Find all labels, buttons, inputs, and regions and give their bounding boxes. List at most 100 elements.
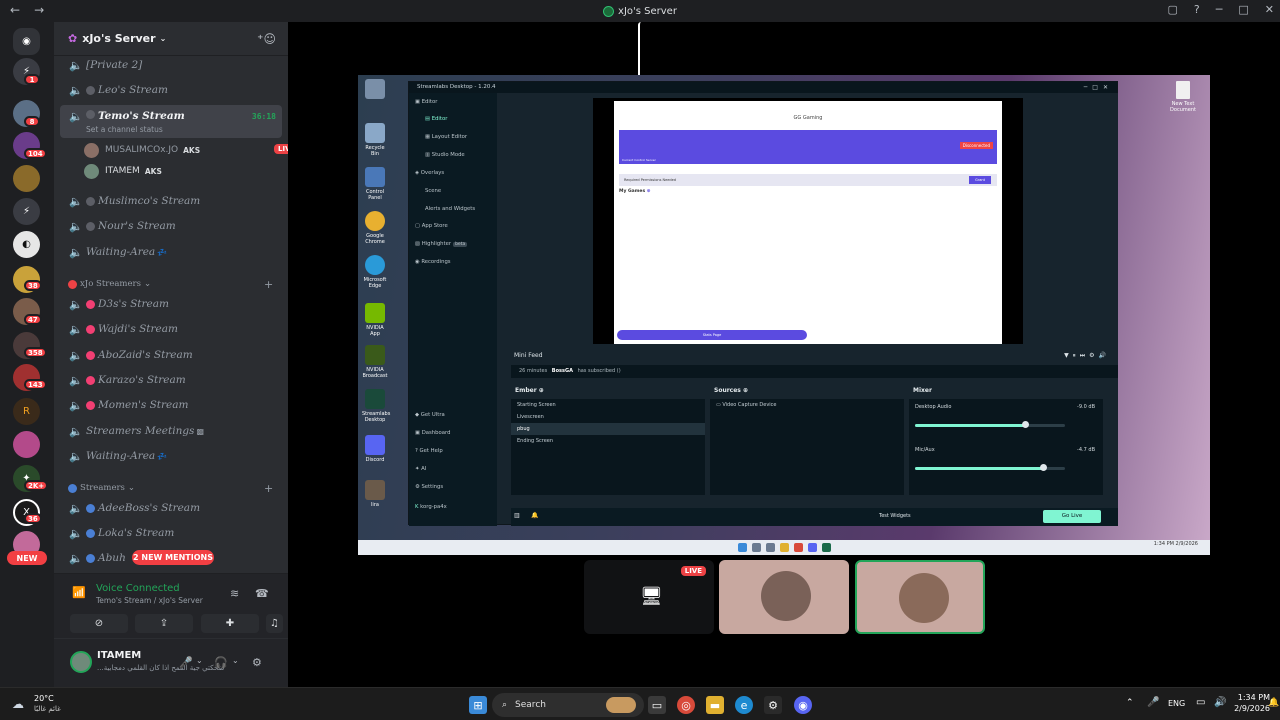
nav-scene[interactable]: Scene: [425, 188, 441, 194]
scene-item[interactable]: Starting Screen: [511, 399, 705, 411]
nav-get-help[interactable]: ? Get Help: [415, 448, 443, 454]
desktop-icon[interactable]: NVIDIA App: [362, 303, 388, 337]
video-tile[interactable]: [719, 560, 849, 634]
forward-arrow-icon[interactable]: →: [34, 3, 44, 17]
maximize-icon[interactable]: □: [1238, 3, 1248, 16]
server-icon-4[interactable]: [13, 165, 40, 192]
nav-get-ultra[interactable]: ◆ Get Ultra: [415, 412, 445, 418]
voice-channel[interactable]: 🔈 Nour's Stream: [60, 215, 282, 237]
source-item[interactable]: ▭ Video Capture Device: [710, 399, 904, 411]
voice-channel[interactable]: 🔈 Waiting-Area 💤: [60, 241, 282, 263]
voice-channel[interactable]: 🔈 Loka's Stream: [60, 522, 282, 544]
chevron-up-icon[interactable]: ⌃: [1126, 698, 1134, 708]
back-arrow-icon[interactable]: ←: [10, 3, 20, 17]
add-source-icon[interactable]: ⊕: [743, 387, 748, 394]
voice-channel[interactable]: 🔈 Waiting-Area 💤: [60, 445, 282, 467]
disconnect-icon[interactable]: ☎: [255, 587, 269, 600]
desktop-icon[interactable]: [362, 79, 388, 101]
channel-status-prompt[interactable]: Set a channel status: [86, 125, 163, 134]
share-screen-button[interactable]: ⇪: [135, 614, 193, 633]
task-view-icon[interactable]: ▭: [648, 696, 666, 714]
desktop-icon[interactable]: Streamlabs Desktop: [362, 389, 390, 423]
test-widgets-button[interactable]: Test Widgets: [879, 513, 911, 519]
chrome-icon[interactable]: [793, 543, 803, 552]
chrome-icon[interactable]: ◎: [677, 696, 695, 714]
gear-icon[interactable]: ⚙: [252, 656, 262, 669]
nav-settings[interactable]: ⚙ Settings: [415, 484, 443, 490]
feed-user[interactable]: BossGA: [552, 368, 573, 374]
file-explorer-icon[interactable]: ▬: [706, 696, 724, 714]
close-icon[interactable]: ✕: [1265, 3, 1274, 16]
notification-bell-icon[interactable]: 🔔: [1268, 698, 1279, 708]
language-indicator[interactable]: ENG: [1168, 699, 1185, 708]
username[interactable]: ITAMEM: [97, 650, 141, 661]
activities-button[interactable]: ✚: [201, 614, 259, 633]
category-header[interactable]: Streamers ⌄ +: [68, 481, 273, 495]
voice-member[interactable]: ITAMEM AKS: [84, 162, 162, 180]
stats-button[interactable]: Stats Page: [617, 330, 807, 340]
edge-icon[interactable]: e: [735, 696, 753, 714]
voice-channel[interactable]: 🔈 Leo's Stream: [60, 79, 282, 101]
video-tile-speaking[interactable]: [855, 560, 985, 634]
volume-slider[interactable]: [915, 464, 1065, 471]
add-channel-icon[interactable]: +: [264, 482, 273, 495]
app-icon[interactable]: [765, 543, 775, 552]
start-icon[interactable]: ⊞: [469, 696, 487, 714]
discord-home-icon[interactable]: ◉: [13, 28, 40, 55]
voice-channel[interactable]: 🔈 AboZaid's Stream: [60, 344, 282, 366]
stream-tile[interactable]: LIVE 🖥: [584, 560, 714, 634]
nav-layout-editor[interactable]: ▦ Layout Editor: [425, 134, 467, 140]
screen-share-view[interactable]: Recycle Bin Control Panel Google Chrome …: [358, 75, 1210, 555]
window-controls[interactable]: ─□✕: [1084, 82, 1113, 93]
scene-item[interactable]: Ending Screen: [511, 435, 705, 447]
category-header[interactable]: xJo Streamers ⌄ +: [68, 277, 273, 291]
network-icon[interactable]: ▭: [1196, 697, 1205, 708]
streamlabs-icon[interactable]: [821, 543, 831, 552]
voice-status[interactable]: Voice Connected: [96, 583, 180, 594]
server-icon-11[interactable]: R: [13, 398, 40, 425]
start-icon[interactable]: [737, 543, 747, 552]
desktop-icon[interactable]: Recycle Bin: [362, 123, 388, 157]
stream-preview[interactable]: GG Gaming Disconnected Current Control S…: [593, 98, 1023, 344]
nav-dashboard[interactable]: ▣ Dashboard: [415, 430, 450, 436]
scene-item[interactable]: pbug: [511, 423, 705, 435]
app-icon[interactable]: [751, 543, 761, 552]
camera-off-button[interactable]: ⊘: [70, 614, 128, 633]
add-channel-icon[interactable]: +: [264, 278, 273, 291]
desktop-icon[interactable]: Control Panel: [362, 167, 388, 201]
microphone-icon[interactable]: 🎤: [1147, 697, 1159, 708]
voice-channel[interactable]: 🔈 Karazo's Stream: [60, 369, 282, 391]
voice-channel-active[interactable]: 🔈 Temo's Stream 36:18 Set a channel statu…: [60, 105, 282, 138]
soundboard-button[interactable]: ♫: [266, 614, 283, 633]
new-mentions-pill[interactable]: 2 NEW MENTIONS: [132, 550, 214, 565]
nav-recordings[interactable]: ◉ Recordings: [415, 259, 451, 265]
avatar[interactable]: [70, 651, 92, 673]
server-icon-5[interactable]: ⚡: [13, 198, 40, 225]
nav-editor-section[interactable]: ▣ Editor: [415, 99, 437, 105]
voice-channel[interactable]: 🔈 Muslimco's Stream: [60, 190, 282, 212]
server-icon-6[interactable]: ◐: [13, 231, 40, 258]
volume-slider[interactable]: [915, 421, 1065, 428]
nav-editor[interactable]: ▤ Editor: [425, 116, 447, 122]
headphones-icon[interactable]: 🎧: [214, 656, 228, 669]
microphone-icon[interactable]: 🎤: [179, 656, 193, 669]
nav-ai[interactable]: ✦ AI: [415, 466, 426, 472]
voice-channel[interactable]: 🔈 [Private 2]: [60, 54, 282, 76]
new-unreads-pill[interactable]: NEW: [7, 551, 47, 565]
add-scene-icon[interactable]: ⊕: [539, 387, 544, 394]
app-icon[interactable]: ⚙: [764, 696, 782, 714]
stats-icon[interactable]: ▥: [514, 512, 520, 519]
minimize-icon[interactable]: ─: [1216, 3, 1223, 16]
bell-icon[interactable]: 🔔: [531, 512, 538, 519]
desktop-icon[interactable]: New Text Document: [1170, 81, 1196, 113]
voice-location[interactable]: Temo's Stream / xJo's Server: [96, 596, 203, 605]
voice-channel[interactable]: 🔈 Momen's Stream: [60, 394, 282, 416]
server-icon-12[interactable]: [13, 431, 40, 458]
server-header[interactable]: ✿ xJo's Server ⌄ ⁺☺: [54, 22, 288, 56]
voice-channel[interactable]: 🔈 D3s's Stream: [60, 293, 282, 315]
system-clock[interactable]: 1:34 PM 2/9/2026: [1230, 692, 1270, 714]
desktop-icon[interactable]: Discord: [362, 435, 388, 463]
feed-controls-icon[interactable]: ▼⏸⏭⚙🔊: [1064, 349, 1110, 363]
chevron-down-icon[interactable]: ⌄: [232, 656, 239, 665]
go-live-button[interactable]: Go Live: [1043, 510, 1101, 523]
